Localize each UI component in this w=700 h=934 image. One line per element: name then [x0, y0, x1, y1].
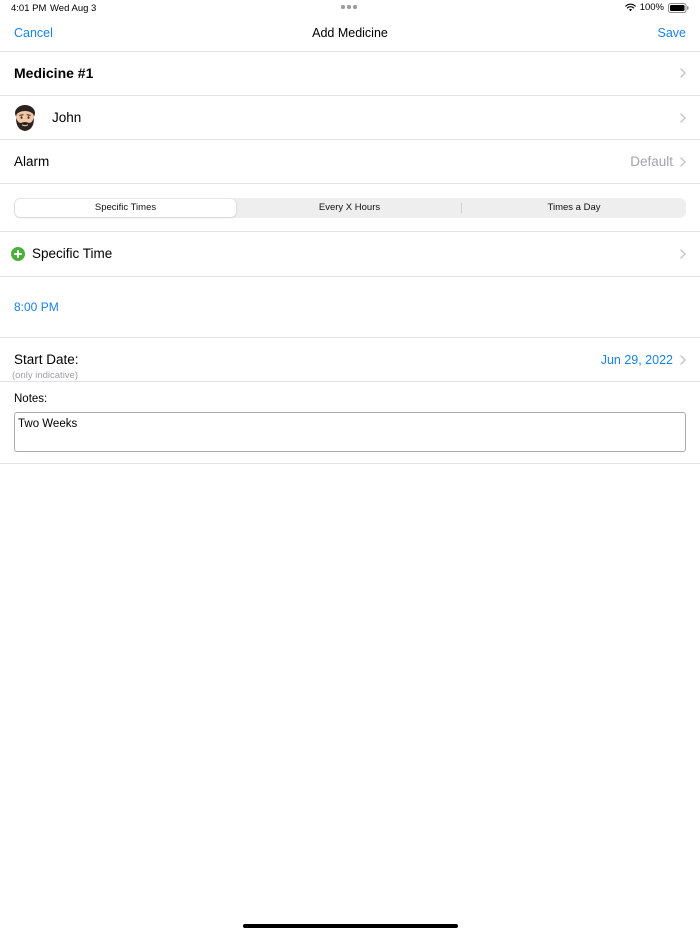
- segment-every-x-hours[interactable]: Every X Hours: [238, 198, 461, 218]
- start-date-row[interactable]: Start Date: (only indicative) Jun 29, 20…: [0, 338, 700, 382]
- chevron-right-icon: [680, 157, 686, 167]
- alarm-row[interactable]: Alarm Default: [0, 140, 700, 184]
- notes-label: Notes:: [14, 393, 48, 405]
- chevron-right-icon: [680, 68, 686, 78]
- battery-icon: [668, 2, 689, 13]
- time-entry[interactable]: 8:00 PM: [14, 300, 59, 314]
- time-entry-row[interactable]: 8:00 PM: [0, 277, 700, 338]
- notes-row: Notes: Two Weeks: [0, 382, 700, 464]
- save-button[interactable]: Save: [658, 26, 687, 40]
- avatar-icon: [15, 105, 35, 131]
- alarm-value: Default: [630, 154, 673, 169]
- chevron-right-icon: [680, 249, 686, 259]
- specific-time-label: Specific Time: [32, 246, 113, 261]
- start-date-value[interactable]: Jun 29, 2022: [601, 353, 673, 367]
- alarm-label: Alarm: [14, 154, 50, 169]
- person-name: John: [52, 110, 82, 125]
- schedule-type-segmented-control: Specific Times Every X Hours Times a Day: [14, 198, 686, 218]
- medicine-name-row[interactable]: Medicine #1: [0, 51, 700, 96]
- chevron-right-icon: [680, 355, 686, 365]
- chevron-right-icon: [680, 113, 686, 123]
- home-indicator[interactable]: [243, 924, 458, 928]
- page-title: Add Medicine: [312, 26, 388, 40]
- multitasking-dots-icon[interactable]: [341, 2, 359, 10]
- medicine-name: Medicine #1: [14, 65, 94, 81]
- status-time: 4:01 PM: [11, 3, 47, 14]
- wifi-icon: [624, 3, 636, 12]
- person-row[interactable]: John: [0, 96, 700, 140]
- notes-textarea[interactable]: Two Weeks: [14, 412, 686, 452]
- add-specific-time-row[interactable]: Specific Time: [0, 232, 700, 277]
- notes-text: Two Weeks: [18, 418, 78, 430]
- segment-times-a-day[interactable]: Times a Day: [462, 198, 686, 218]
- plus-circle-icon: [11, 247, 25, 261]
- add-medicine-screen: 4:01 PM Wed Aug 3 100% Cancel Add Medici…: [0, 0, 700, 934]
- start-date-label: Start Date:: [14, 352, 79, 367]
- battery-percentage: 100%: [639, 2, 664, 13]
- status-indicators: 100%: [624, 2, 689, 13]
- navigation-bar: Cancel Add Medicine Save: [0, 18, 700, 52]
- status-bar: 4:01 PM Wed Aug 3 100%: [0, 0, 700, 18]
- start-date-sublabel: (only indicative): [12, 370, 78, 381]
- status-date: Wed Aug 3: [50, 3, 97, 14]
- schedule-type-row: Specific Times Every X Hours Times a Day: [0, 184, 700, 232]
- segment-specific-times[interactable]: Specific Times: [15, 199, 236, 217]
